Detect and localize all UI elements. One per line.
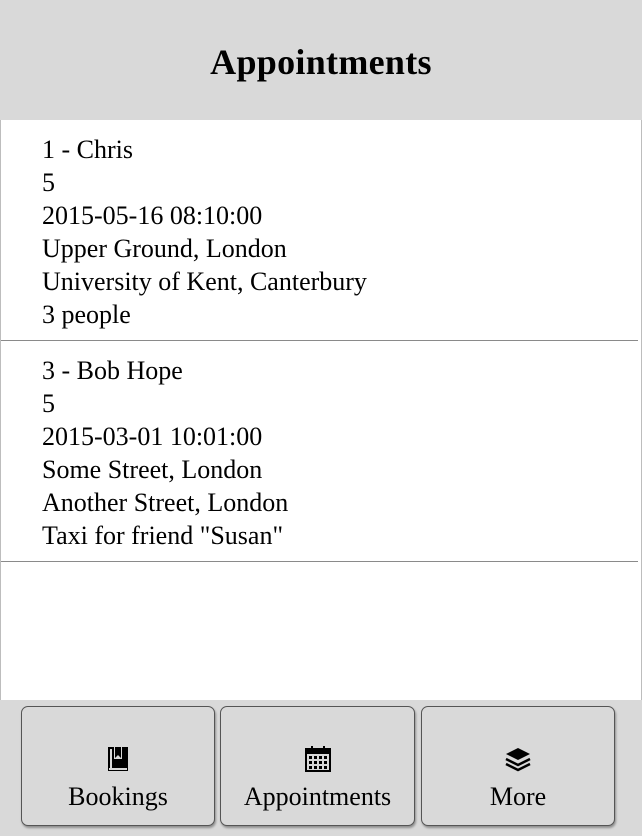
appointment-datetime: 2015-03-01 10:01:00: [42, 422, 263, 451]
nav-bookings-label: Bookings: [68, 782, 168, 811]
appointment-title: 3 - Bob Hope: [42, 356, 183, 385]
appointment-count: 5: [42, 168, 55, 197]
appointment-count: 5: [42, 389, 55, 418]
nav-more-label: More: [489, 782, 547, 811]
appointment-to: University of Kent, Canterbury: [42, 267, 367, 296]
nav-appointments-label: Appointments: [243, 782, 392, 811]
appointment-title: 1 - Chris: [42, 135, 133, 164]
appointment-note: 3 people: [42, 300, 131, 329]
appointment-from: Some Street, London: [42, 455, 263, 484]
book-icon: [108, 747, 128, 771]
page-header: Appointments: [0, 0, 642, 120]
bottom-navbar: Bookings Appointments More: [0, 700, 642, 836]
nav-appointments-button[interactable]: Appointments: [220, 706, 415, 826]
appointment-datetime: 2015-05-16 08:10:00: [42, 201, 263, 230]
nav-more-button[interactable]: More: [421, 706, 615, 826]
appointments-list: 1 - Chris 5 2015-05-16 08:10:00 Upper Gr…: [0, 120, 642, 700]
list-item[interactable]: 3 - Bob Hope 5 2015-03-01 10:01:00 Some …: [1, 341, 638, 562]
appointment-to: Another Street, London: [42, 488, 289, 517]
calendar-icon: [304, 746, 331, 772]
appointment-note: Taxi for friend "Susan": [42, 521, 284, 550]
appointment-from: Upper Ground, London: [42, 234, 287, 263]
layers-icon: [505, 748, 531, 772]
page-title: Appointments: [210, 42, 432, 82]
nav-bookings-button[interactable]: Bookings: [21, 706, 215, 826]
list-item[interactable]: 1 - Chris 5 2015-05-16 08:10:00 Upper Gr…: [1, 120, 638, 341]
